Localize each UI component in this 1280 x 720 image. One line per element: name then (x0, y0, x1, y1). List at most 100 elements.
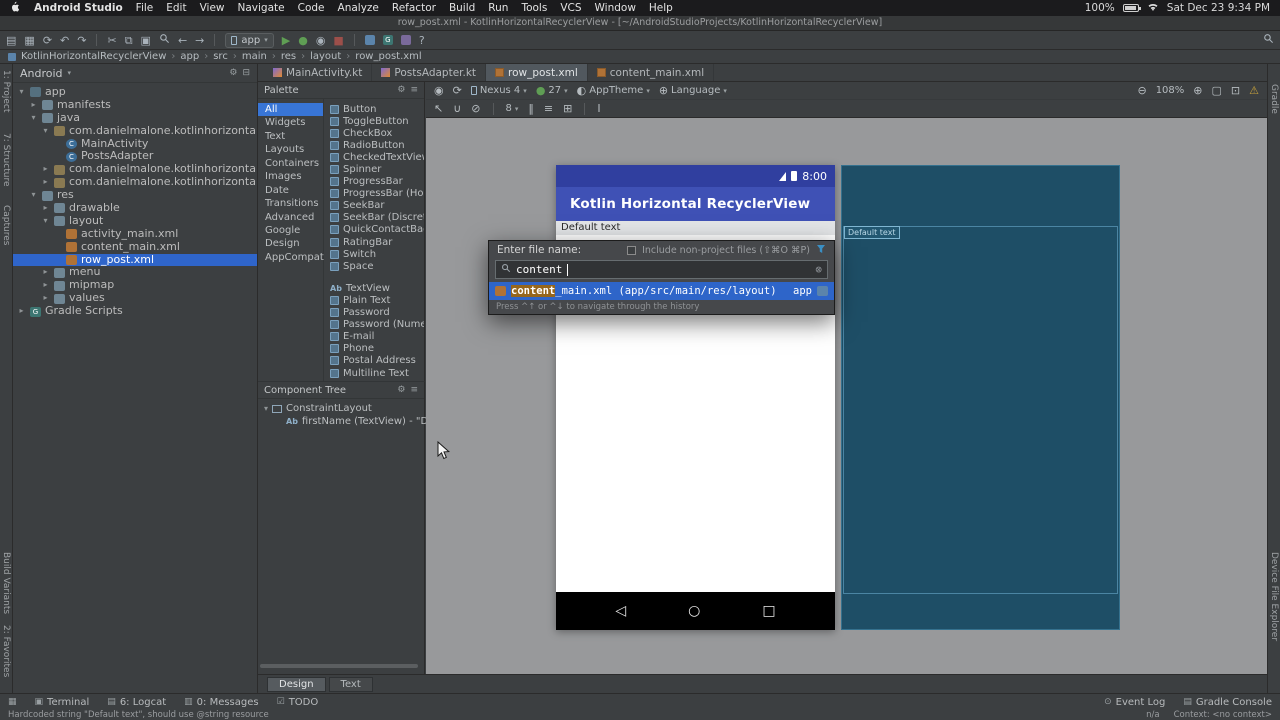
palette-category-appcompat[interactable]: AppCompat (258, 251, 324, 264)
breadcrumb-layout[interactable]: layout (310, 51, 341, 62)
project-view-selector[interactable]: Android ▾ ⚙ ⊟ (13, 64, 257, 83)
back-nav-icon[interactable]: ◁ (615, 603, 626, 619)
palette-category-google[interactable]: Google (258, 224, 323, 237)
menu-code[interactable]: Code (298, 2, 325, 14)
home-nav-icon[interactable]: ○ (688, 603, 700, 619)
guidelines-icon[interactable]: ‖ (528, 103, 534, 114)
tab-row-post[interactable]: row_post.xml (486, 64, 588, 81)
toolstrip-device-file-explorer[interactable]: Device File Explorer (1269, 552, 1279, 641)
breadcrumb-src[interactable]: src (213, 51, 228, 62)
palette-category-design[interactable]: Design (258, 237, 323, 250)
palette-category-advanced[interactable]: Advanced (258, 211, 323, 224)
palette-category-layouts[interactable]: Layouts (258, 143, 323, 156)
sdk-manager-icon[interactable] (400, 35, 411, 45)
tree-item-res[interactable]: ▾ res (13, 188, 257, 202)
toolwindow-messages[interactable]: ▥ 0: Messages (184, 697, 258, 708)
find-icon[interactable] (159, 33, 170, 47)
palette-item-seekbar-discrete[interactable]: SeekBar (Discrete (325, 212, 424, 224)
tree-item-mipmap[interactable]: ▸ mipmap (13, 278, 257, 292)
palette-item-button[interactable]: Button (325, 103, 424, 115)
magnet-icon[interactable]: ∪ (453, 103, 461, 114)
palette-category-all[interactable]: All (258, 103, 323, 117)
palette-item-textview[interactable]: Ab TextView (325, 282, 424, 294)
undo-icon[interactable]: ↶ (60, 35, 69, 46)
tree-item-manifests[interactable]: ▸ manifests (13, 98, 257, 112)
menu-file[interactable]: File (136, 2, 154, 14)
include-non-project-checkbox[interactable] (627, 245, 637, 255)
save-all-icon[interactable]: ▦ (24, 35, 34, 46)
chevron-down-icon[interactable]: ▾ (41, 215, 50, 228)
component-constraintlayout[interactable]: ▾ ConstraintLayout (264, 402, 424, 415)
design-surface-icon[interactable]: ◉ (434, 85, 444, 96)
search-everywhere-icon[interactable] (1263, 33, 1274, 47)
cut-icon[interactable]: ✂ (107, 35, 116, 46)
tree-item-layout[interactable]: ▾ layout (13, 214, 257, 228)
breadcrumb-main[interactable]: main (242, 51, 267, 62)
gear-icon[interactable]: ⚙ (397, 85, 405, 95)
filter-icon[interactable] (816, 244, 826, 257)
device-select[interactable]: Nexus 4 ▾ (470, 85, 527, 96)
file-name-input[interactable]: content ⊗ (495, 260, 828, 279)
chevron-right-icon[interactable]: ▸ (29, 99, 38, 112)
profile-icon[interactable]: ◉ (316, 35, 326, 46)
palette-item-progressbar-h[interactable]: ProgressBar (Hor (325, 188, 424, 200)
default-margin-select[interactable]: 8 ▾ (506, 103, 519, 114)
tree-item-gradle-scripts[interactable]: ▸ G Gradle Scripts (13, 304, 257, 318)
chevron-right-icon[interactable]: ▸ (41, 202, 50, 215)
tab-design[interactable]: Design (267, 676, 326, 692)
view-options-icon[interactable]: ≡ (410, 385, 418, 395)
chevron-right-icon[interactable]: ▸ (41, 266, 50, 279)
palette-item-checkedtextview[interactable]: CheckedTextView (325, 151, 424, 163)
chevron-down-icon[interactable]: ▾ (17, 86, 26, 99)
tree-item-activity-main[interactable]: activity_main.xml (13, 227, 257, 241)
gear-icon[interactable]: ⚙ (229, 68, 237, 78)
palette-item-password-numeric[interactable]: Password (Numer (325, 319, 424, 331)
wifi-icon[interactable] (1147, 2, 1159, 15)
menu-tools[interactable]: Tools (521, 2, 547, 14)
palette-item-email[interactable]: E-mail (325, 331, 424, 343)
breadcrumb-project[interactable]: KotlinHorizontalRecyclerView (21, 51, 166, 62)
collapse-all-icon[interactable]: ⊟ (242, 68, 250, 78)
menu-help[interactable]: Help (649, 2, 673, 14)
tree-item-drawable[interactable]: ▸ drawable (13, 201, 257, 215)
chevron-down-icon[interactable]: ▾ (29, 189, 38, 202)
forward-icon[interactable]: → (195, 35, 204, 46)
menu-analyze[interactable]: Analyze (338, 2, 379, 14)
default-textview[interactable]: Default text (556, 221, 835, 235)
toolstrip-build-variants[interactable]: Build Variants (1, 552, 11, 614)
tree-item-package-main[interactable]: ▾ com.danielmalone.kotlinhorizontalrecycl… (13, 124, 257, 138)
chevron-right-icon[interactable]: ▸ (41, 176, 50, 189)
tree-item-app[interactable]: ▾ app (13, 86, 257, 99)
palette-item-seekbar[interactable]: SeekBar (325, 200, 424, 212)
breadcrumb-app[interactable]: app (180, 51, 199, 62)
breadcrumb-res[interactable]: res (281, 51, 296, 62)
pointer-icon[interactable]: ↖ (434, 103, 443, 114)
horizontal-scrollbar[interactable] (260, 664, 418, 668)
chevron-right-icon[interactable]: ▸ (41, 279, 50, 292)
menu-window[interactable]: Window (595, 2, 636, 14)
warnings-icon[interactable]: ⚠ (1249, 85, 1259, 96)
menu-run[interactable]: Run (488, 2, 508, 14)
tree-item-menu[interactable]: ▸ menu (13, 266, 257, 279)
clear-icon[interactable]: ⊗ (815, 263, 822, 276)
avd-manager-icon[interactable] (364, 35, 375, 45)
blueprint-view[interactable]: Default text (841, 165, 1120, 630)
menu-app-name[interactable]: Android Studio (34, 2, 123, 14)
toolwindow-logcat[interactable]: ▤ 6: Logcat (107, 697, 166, 708)
tree-item-content-main[interactable]: content_main.xml (13, 240, 257, 254)
palette-item-radiobutton[interactable]: RadioButton (325, 139, 424, 151)
tab-mainactivity[interactable]: MainActivity.kt (264, 64, 373, 81)
tab-content-main[interactable]: content_main.xml (588, 64, 715, 81)
paste-icon[interactable]: ▣ (141, 35, 151, 46)
theme-select[interactable]: ◐ AppTheme ▾ (577, 85, 650, 96)
palette-category-images[interactable]: Images (258, 170, 323, 183)
palette-item-switch[interactable]: Switch (325, 248, 424, 260)
palette-category-date[interactable]: Date (258, 184, 323, 197)
palette-item-password[interactable]: Password (325, 307, 424, 319)
toolwindow-event-log[interactable]: ⊙ Event Log (1104, 697, 1165, 708)
pack-icon[interactable]: ⊞ (563, 103, 572, 114)
orientation-icon[interactable]: ⟳ (453, 85, 462, 96)
palette-item-spinner[interactable]: Spinner (325, 163, 424, 175)
chevron-down-icon[interactable]: ▾ (264, 402, 268, 415)
toolwindow-gradle-console[interactable]: ▤ Gradle Console (1183, 697, 1272, 708)
